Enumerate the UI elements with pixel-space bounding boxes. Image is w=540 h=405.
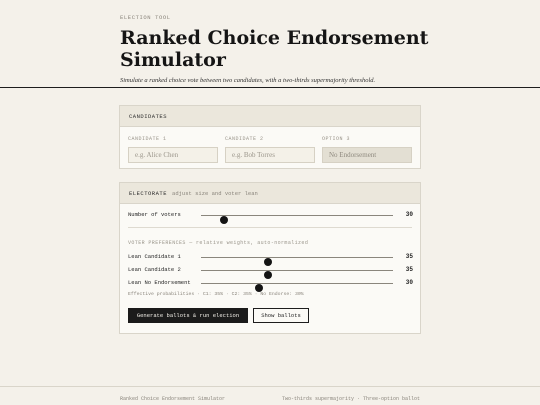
header-rule: [0, 87, 540, 88]
lean-no-endorsement-slider[interactable]: [201, 282, 393, 292]
option-3-field: No Endorsement: [322, 147, 412, 163]
lean-row: Lean Candidate 2 35: [128, 265, 413, 279]
lean-candidate-2-value: 35: [405, 266, 413, 273]
candidates-card: CANDIDATES CANDIDATE 1 e.g. Alice Chen C…: [119, 105, 421, 169]
electorate-heading: ELECTORATE adjust size and voter lean: [120, 183, 420, 204]
lean-candidate-2-label: Lean Candidate 2: [128, 266, 181, 273]
lean-candidate-2-slider[interactable]: [201, 269, 393, 279]
lean-row: Lean Candidate 1 35: [128, 252, 413, 266]
page-header: ELECTION TOOL Ranked Choice Endorsement …: [120, 14, 440, 84]
section-divider: [128, 227, 412, 228]
footer-right: Two-thirds supermajority · Three-option …: [281, 396, 420, 402]
lean-candidate-1-slider[interactable]: [201, 256, 393, 266]
run-election-button[interactable]: Generate ballots & run election: [128, 308, 248, 323]
candidates-heading: CANDIDATES: [120, 106, 420, 127]
candidate-1-input[interactable]: e.g. Alice Chen: [128, 147, 218, 163]
page-title: Ranked Choice Endorsement Simulator: [120, 27, 429, 71]
eyebrow-label: ELECTION TOOL: [120, 14, 171, 21]
footer-left: Ranked Choice Endorsement Simulator: [120, 396, 226, 402]
voters-value: 30: [405, 211, 413, 218]
lean-candidate-1-value: 35: [405, 253, 413, 260]
voters-slider[interactable]: [201, 214, 393, 224]
voters-label: Number of voters: [128, 211, 181, 218]
candidate-2-input[interactable]: e.g. Bob Torres: [225, 147, 315, 163]
lean-no-endorsement-value: 30: [405, 279, 413, 286]
electorate-hint: adjust size and voter lean: [172, 189, 258, 197]
show-ballots-button[interactable]: Show ballots: [253, 308, 309, 323]
option-3-label: OPTION 3: [322, 136, 351, 142]
page-subtitle: Simulate a ranked choice vote between tw…: [120, 77, 376, 84]
lean-no-endorsement-label: Lean No Endorsement: [128, 279, 191, 286]
lean-row: Lean No Endorsement 30: [128, 278, 413, 292]
candidate-1-label: CANDIDATE 1: [128, 136, 167, 142]
footer-rule: [0, 386, 540, 387]
candidates-heading-text: CANDIDATES: [129, 112, 168, 120]
electorate-heading-text: ELECTORATE: [129, 189, 168, 197]
candidate-2-label: CANDIDATE 2: [225, 136, 264, 142]
effective-probabilities: Effective probabilities · C1: 35% · C2: …: [128, 292, 304, 297]
lean-candidate-1-label: Lean Candidate 1: [128, 253, 181, 260]
voters-row: Number of voters 30: [128, 210, 413, 224]
preferences-label: VOTER PREFERENCES — relative weights, au…: [128, 240, 309, 246]
lean-no-endorsement-thumb[interactable]: [254, 283, 263, 292]
voters-slider-thumb[interactable]: [220, 215, 229, 224]
